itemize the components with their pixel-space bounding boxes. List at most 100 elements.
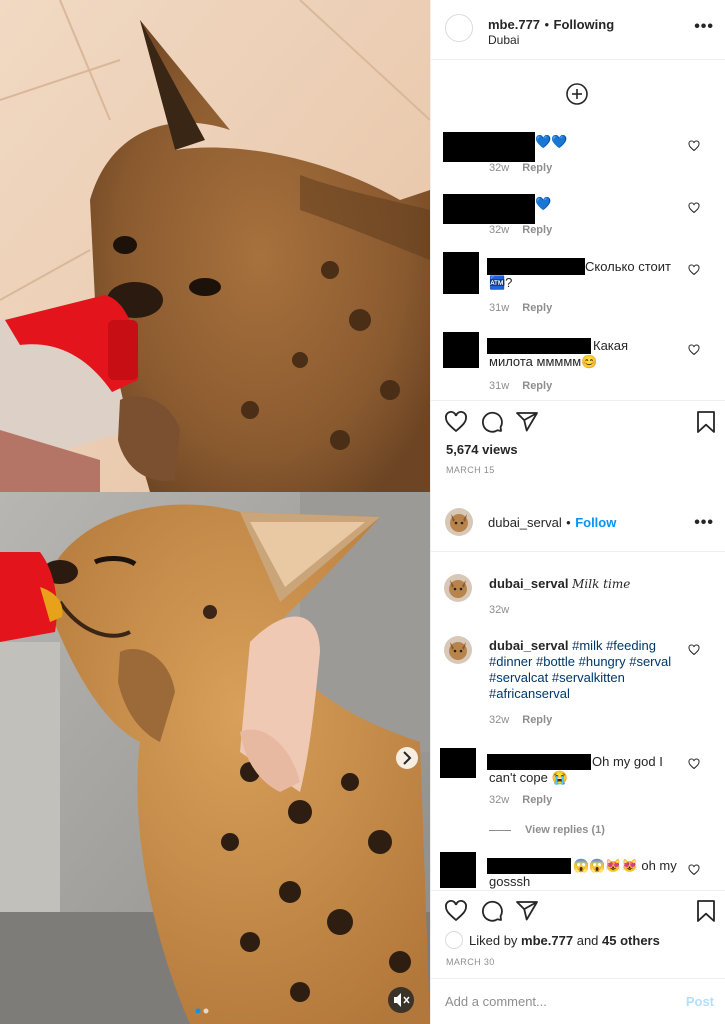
comment-text: Какая милота ммммм😊: [489, 338, 629, 369]
mute-icon[interactable]: [388, 987, 414, 1013]
reply-button[interactable]: Reply: [522, 162, 552, 174]
post-1-sidebar: mbe.777 • Following Dubai ••• 💙💙 32w Rep…: [430, 0, 725, 492]
divider-line: [489, 829, 511, 831]
comment-item: 😱😱😻😻 oh my gosssh: [431, 852, 725, 890]
comment-text: dubai_serval #milk #feeding #dinner #bot…: [489, 638, 679, 702]
share-icon[interactable]: [515, 410, 539, 434]
comment-text: 😱😱😻😻 oh my gosssh: [489, 858, 677, 889]
location-link[interactable]: Dubai: [488, 33, 519, 47]
share-icon[interactable]: [515, 899, 539, 923]
bookmark-icon[interactable]: [694, 410, 718, 434]
post-1-author-line: mbe.777 • Following: [488, 16, 614, 34]
comment-meta: 31w Reply: [489, 302, 562, 314]
comment-text: Сколько стоит 🏧?: [489, 259, 671, 290]
comment-time: 32w: [489, 162, 510, 174]
heart-icon[interactable]: [444, 410, 468, 434]
avatar[interactable]: [444, 636, 472, 664]
post-1-photo[interactable]: [0, 0, 430, 492]
redacted-avatar: [443, 252, 479, 294]
heart-icon[interactable]: [688, 758, 700, 770]
heart-icon[interactable]: [688, 864, 700, 876]
post-comment-button[interactable]: Post: [686, 994, 714, 1009]
reply-button[interactable]: Reply: [522, 794, 552, 806]
comment-time: 31w: [489, 380, 510, 392]
more-icon[interactable]: •••: [694, 18, 714, 36]
comment-item: Сколько стоит 🏧? 31w Reply: [431, 252, 725, 322]
comment-time: 31w: [489, 302, 510, 314]
add-comment-bar: Add a comment... Post: [431, 978, 725, 1024]
username[interactable]: mbe.777: [488, 17, 540, 32]
comment-meta: 31w Reply: [489, 380, 562, 392]
following-button[interactable]: Following: [554, 17, 615, 32]
liked-by-and: and: [576, 933, 599, 948]
redacted-avatar: [440, 748, 476, 778]
comment-username[interactable]: dubai_serval: [489, 638, 569, 653]
comment-text: Oh my god I can't cope 😭: [489, 754, 663, 785]
post-1-comments: 💙💙 32w Reply 💙 32w Reply Сколько стоит 🏧…: [431, 60, 725, 400]
caption: dubai_serval 𝑀𝑖𝑙𝑘 𝑡𝑖𝑚𝑒 32w: [431, 574, 725, 626]
post-2-comments: dubai_serval 𝑀𝑖𝑙𝑘 𝑡𝑖𝑚𝑒 32w dubai_serval …: [431, 552, 725, 890]
follow-button[interactable]: Follow: [575, 515, 616, 530]
reply-button[interactable]: Reply: [522, 380, 552, 392]
post-date: MARCH 30: [446, 957, 495, 967]
post-date: MARCH 15: [446, 465, 495, 475]
comment-item: Oh my god I can't cope 😭 32w Reply: [431, 748, 725, 808]
heart-icon[interactable]: [444, 899, 468, 923]
chevron-right-icon[interactable]: [396, 747, 418, 769]
heart-icon[interactable]: [688, 202, 700, 214]
view-replies-button[interactable]: View replies (1): [489, 824, 605, 836]
redacted-commenter: [443, 132, 535, 162]
post-1-header: mbe.777 • Following Dubai •••: [431, 0, 725, 60]
liked-by-line: Liked by mbe.777 and 45 others: [469, 933, 660, 948]
plus-circle-icon[interactable]: [565, 82, 589, 106]
view-count[interactable]: 5,674 views: [446, 442, 518, 457]
reply-button[interactable]: Reply: [522, 224, 552, 236]
comment-text: 💙💙: [535, 134, 568, 149]
view-replies-label: View replies (1): [525, 824, 605, 836]
post-2-author-line: dubai_serval • Follow: [488, 514, 616, 532]
comment-item: 💙💙 32w Reply: [431, 132, 725, 182]
username[interactable]: dubai_serval: [488, 515, 562, 530]
comment-meta: 32w Reply: [489, 714, 562, 726]
post-1: mbe.777 • Following Dubai ••• 💙💙 32w Rep…: [0, 0, 725, 492]
comment-item: dubai_serval #milk #feeding #dinner #bot…: [431, 636, 725, 736]
comment-meta: 32w: [489, 604, 519, 616]
post-2: dubai_serval • Follow ••• dubai_serval 𝑀…: [0, 492, 725, 1024]
add-comment-input[interactable]: Add a comment...: [445, 994, 547, 1009]
comment-meta: 32w Reply: [489, 794, 562, 806]
comment-time: 32w: [489, 604, 510, 616]
avatar[interactable]: [444, 574, 472, 602]
caption-username[interactable]: dubai_serval: [489, 576, 569, 591]
reply-button[interactable]: Reply: [522, 714, 552, 726]
comment-meta: 32w Reply: [489, 224, 562, 236]
bookmark-icon[interactable]: [694, 899, 718, 923]
liked-by-user[interactable]: mbe.777: [521, 933, 573, 948]
caption-text: dubai_serval 𝑀𝑖𝑙𝑘 𝑡𝑖𝑚𝑒: [489, 576, 630, 592]
heart-icon[interactable]: [688, 140, 700, 152]
redacted-commenter: [443, 194, 535, 224]
separator-dot: •: [566, 515, 571, 530]
redacted-avatar: [443, 332, 479, 368]
post-2-header: dubai_serval • Follow •••: [431, 492, 725, 552]
more-icon[interactable]: •••: [694, 514, 714, 532]
comment-icon[interactable]: [480, 410, 504, 434]
liked-by-others[interactable]: 45 others: [602, 933, 660, 948]
heart-icon[interactable]: [688, 344, 700, 356]
liker-avatar[interactable]: [445, 931, 463, 949]
heart-icon[interactable]: [688, 264, 700, 276]
heart-icon[interactable]: [688, 644, 700, 656]
comment-item: Какая милота ммммм😊 31w Reply: [431, 332, 725, 400]
post-2-sidebar: dubai_serval • Follow ••• dubai_serval 𝑀…: [430, 492, 725, 1024]
liked-by-prefix: Liked by: [469, 933, 518, 948]
post-2-actions: Liked by mbe.777 and 45 others MARCH 30: [431, 890, 725, 978]
caption-body: 𝑀𝑖𝑙𝑘 𝑡𝑖𝑚𝑒: [572, 577, 631, 591]
comment-icon[interactable]: [480, 899, 504, 923]
avatar[interactable]: [445, 14, 473, 42]
comment-meta: 32w Reply: [489, 162, 562, 174]
avatar[interactable]: [445, 508, 473, 536]
post-2-photo[interactable]: [0, 492, 430, 1024]
comment-time: 32w: [489, 714, 510, 726]
separator-dot: •: [544, 17, 550, 32]
comment-time: 32w: [489, 794, 510, 806]
reply-button[interactable]: Reply: [522, 302, 552, 314]
